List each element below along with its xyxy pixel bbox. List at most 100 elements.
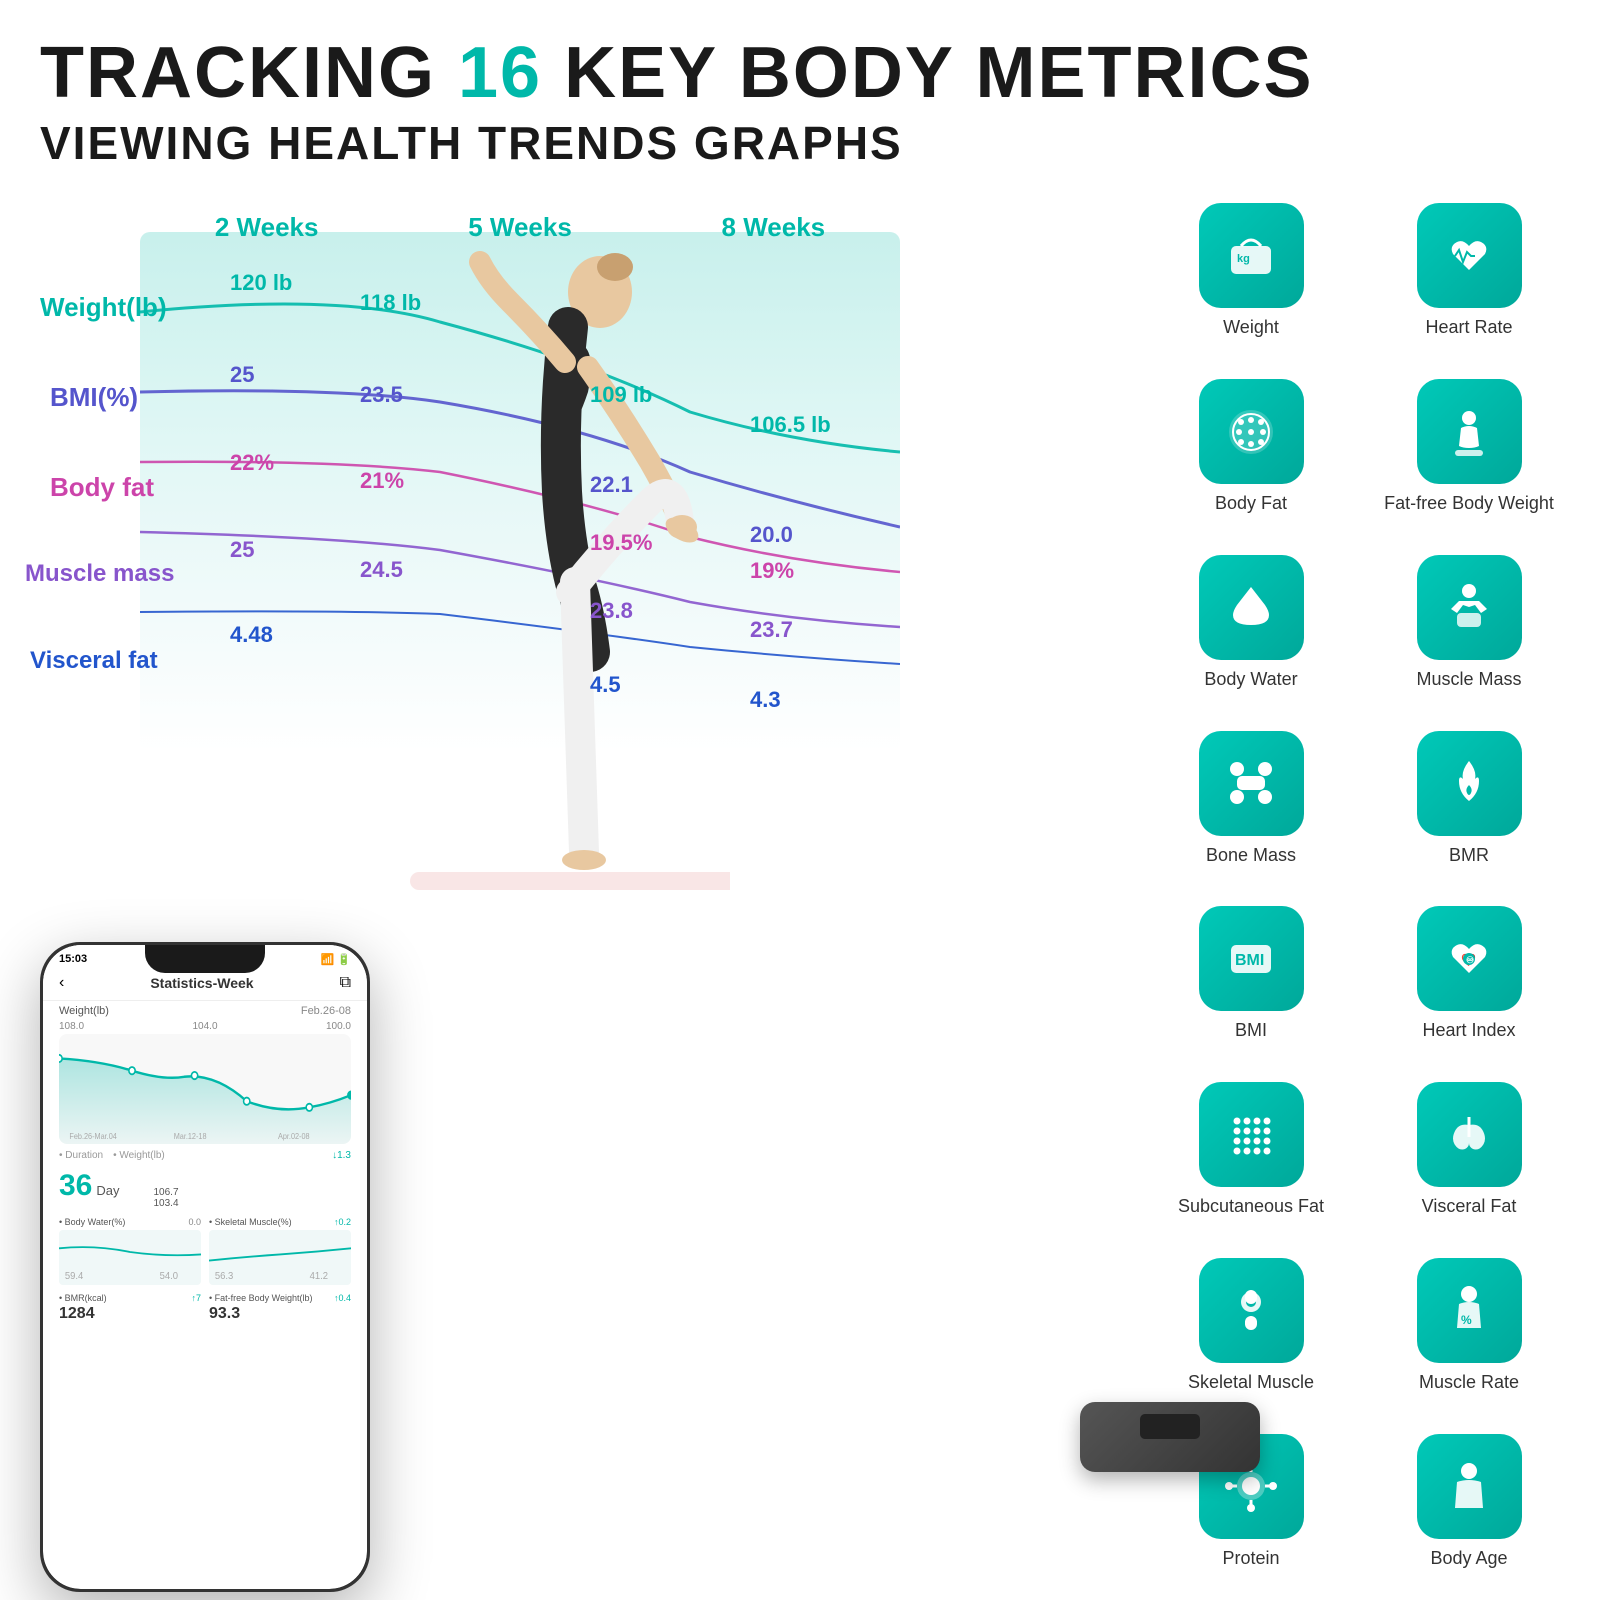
- bmi-value-8w: 20.0: [750, 522, 793, 548]
- chart-val-2: 104.0: [192, 1021, 217, 1032]
- svg-text:BMI: BMI: [1235, 952, 1264, 969]
- phone-notch: [145, 945, 265, 973]
- duration-value: 36: [59, 1169, 92, 1203]
- svg-text:♾: ♾: [1466, 955, 1474, 965]
- bmi-label: BMI: [1235, 1019, 1267, 1042]
- phone-chart-values: 108.0 104.0 100.0: [43, 1021, 367, 1034]
- bmi-icon-box: BMI: [1199, 906, 1304, 1011]
- svg-text:Apr.02-08: Apr.02-08: [278, 1131, 310, 1141]
- subtitle: VIEWING HEALTH TRENDS GRAPHS: [40, 116, 1560, 171]
- skeletal-muscle-label: Skeletal Muscle: [1188, 1371, 1314, 1394]
- weight-stat-values: 106.7 103.4: [154, 1187, 179, 1209]
- svg-text:Mar.12-18: Mar.12-18: [174, 1131, 207, 1141]
- body-age-icon: [1441, 1458, 1497, 1514]
- fatfree-value: 93.3: [209, 1303, 351, 1323]
- metric-label-visceral: Visceral fat: [30, 647, 158, 675]
- visceral-fat-label: Visceral Fat: [1422, 1195, 1517, 1218]
- scale-body: [1080, 1402, 1260, 1472]
- bodyfat-value-2w: 21%: [360, 468, 404, 494]
- bmr-value: 1284: [59, 1303, 201, 1323]
- phone-share-icon[interactable]: ⧉: [340, 974, 351, 992]
- phone-weight-header: Weight(lb) Feb.26-08: [43, 1001, 367, 1021]
- body-water-stat: • Body Water(%) 0.0 59.4 54.0: [59, 1217, 201, 1285]
- protein-label: Protein: [1222, 1547, 1279, 1570]
- muscle-value-2w: 24.5: [360, 557, 403, 583]
- phone-time: 15:03: [59, 953, 87, 965]
- main-content: 2 Weeks 5 Weeks 8 Weeks 120 lb 118 lb 10…: [0, 182, 1600, 1592]
- visceral-value-start: 4.48: [230, 622, 273, 648]
- bodyfat-value-5w: 19.5%: [590, 530, 652, 556]
- body-water-label: Body Water: [1204, 668, 1297, 691]
- bmi-value-start: 25: [230, 362, 254, 388]
- heart-rate-icon: [1441, 228, 1497, 284]
- phone-date-range: Feb.26-08: [301, 1005, 351, 1017]
- muscle-mass-label: Muscle Mass: [1416, 668, 1521, 691]
- metric-label-muscle: Muscle mass: [25, 560, 174, 588]
- svg-text:kg: kg: [1237, 253, 1250, 265]
- heart-rate-icon-box: [1417, 203, 1522, 308]
- subcutaneous-fat-icon-box: [1199, 1082, 1304, 1187]
- weight-value-5w: 109 lb: [590, 382, 652, 408]
- title-pre: TRACKING: [40, 33, 458, 113]
- metric-body-age: Body Age: [1368, 1422, 1570, 1582]
- metric-subcutaneous-fat: Subcutaneous Fat: [1150, 1070, 1352, 1230]
- phone-weight-label: Weight(lb): [59, 1005, 109, 1017]
- body-fat-icon: [1223, 404, 1279, 460]
- body-water-icon: [1223, 579, 1279, 635]
- phone-icons: 📶 🔋: [321, 953, 351, 966]
- metric-label-bodyfat: Body fat: [50, 472, 154, 503]
- metric-heart-rate: Heart Rate: [1368, 192, 1570, 352]
- phone-back-icon[interactable]: ‹: [59, 974, 64, 992]
- phone-weight-chart: Feb.26-Mar.04 Mar.12-18 Apr.02-08: [59, 1034, 351, 1144]
- weight-stat-label: • Weight(lb): [113, 1150, 165, 1161]
- fat-free-label: Fat-free Body Weight: [1384, 492, 1554, 515]
- fat-free-icon-box: [1417, 379, 1522, 484]
- metric-bmr: BMR: [1368, 719, 1570, 879]
- main-title: TRACKING 16 KEY BODY METRICS: [40, 30, 1560, 116]
- metrics-grid: kg Weight Heart Rate: [1120, 182, 1580, 1592]
- chart-val-1: 108.0: [59, 1021, 84, 1032]
- phone-stat-labels: • Duration • Weight(lb) ↓1.3: [43, 1144, 367, 1167]
- phone-mockup: 15:03 📶 🔋 ‹ Statistics-Week ⧉ Weight(lb)…: [40, 942, 370, 1592]
- muscle-rate-icon-box: %: [1417, 1258, 1522, 1363]
- skeletal-muscle-icon: [1223, 1282, 1279, 1338]
- weight-value-start: 120 lb: [230, 270, 292, 296]
- heart-index-icon-box: ❤️ ♾: [1417, 906, 1522, 1011]
- bone-mass-icon-box: [1199, 731, 1304, 836]
- duration-label: • Duration: [59, 1150, 103, 1161]
- heart-rate-label: Heart Rate: [1425, 316, 1512, 339]
- visceral-fat-icon: [1441, 1107, 1497, 1163]
- bmr-icon-box: [1417, 731, 1522, 836]
- metric-body-water: Body Water: [1150, 543, 1352, 703]
- fatfree-stat: • Fat-free Body Weight(lb) ↑0.4 93.3: [209, 1293, 351, 1323]
- bmr-label: BMR: [1449, 844, 1489, 867]
- metric-visceral-fat: Visceral Fat: [1368, 1070, 1570, 1230]
- metric-skeletal-muscle: Skeletal Muscle: [1150, 1246, 1352, 1406]
- metric-body-fat: Body Fat: [1150, 367, 1352, 527]
- phone-screen: 15:03 📶 🔋 ‹ Statistics-Week ⧉ Weight(lb)…: [43, 945, 367, 1589]
- muscle-rate-label: Muscle Rate: [1419, 1371, 1519, 1394]
- metric-muscle-rate: % Muscle Rate: [1368, 1246, 1570, 1406]
- weight-icon-box: kg: [1199, 203, 1304, 308]
- metric-fat-free: Fat-free Body Weight: [1368, 367, 1570, 527]
- phone-app-header: ‹ Statistics-Week ⧉: [43, 970, 367, 1001]
- metric-muscle-mass: Muscle Mass: [1368, 543, 1570, 703]
- duration-unit: Day: [96, 1183, 119, 1198]
- metric-weight: kg Weight: [1150, 192, 1352, 352]
- metric-label-bmi: BMI(%): [50, 382, 138, 413]
- bodyfat-value-8w: 19%: [750, 558, 794, 584]
- body-fat-icon-box: [1199, 379, 1304, 484]
- svg-text:41.2: 41.2: [310, 1270, 328, 1281]
- bone-mass-label: Bone Mass: [1206, 844, 1296, 867]
- subcutaneous-fat-icon: [1223, 1107, 1279, 1163]
- yoga-figure: [270, 212, 770, 932]
- skeletal-muscle-stat: • Skeletal Muscle(%) ↑0.2 56.3 41.2: [209, 1217, 351, 1285]
- body-age-label: Body Age: [1430, 1547, 1507, 1570]
- scale-screen: [1140, 1414, 1200, 1439]
- metric-bmi: BMI BMI: [1150, 895, 1352, 1055]
- weight-value-2w: 118 lb: [360, 290, 421, 316]
- muscle-mass-icon-box: [1417, 555, 1522, 660]
- page-header: TRACKING 16 KEY BODY METRICS VIEWING HEA…: [0, 0, 1600, 182]
- phone-title: Statistics-Week: [150, 975, 253, 991]
- bone-mass-icon: [1223, 755, 1279, 811]
